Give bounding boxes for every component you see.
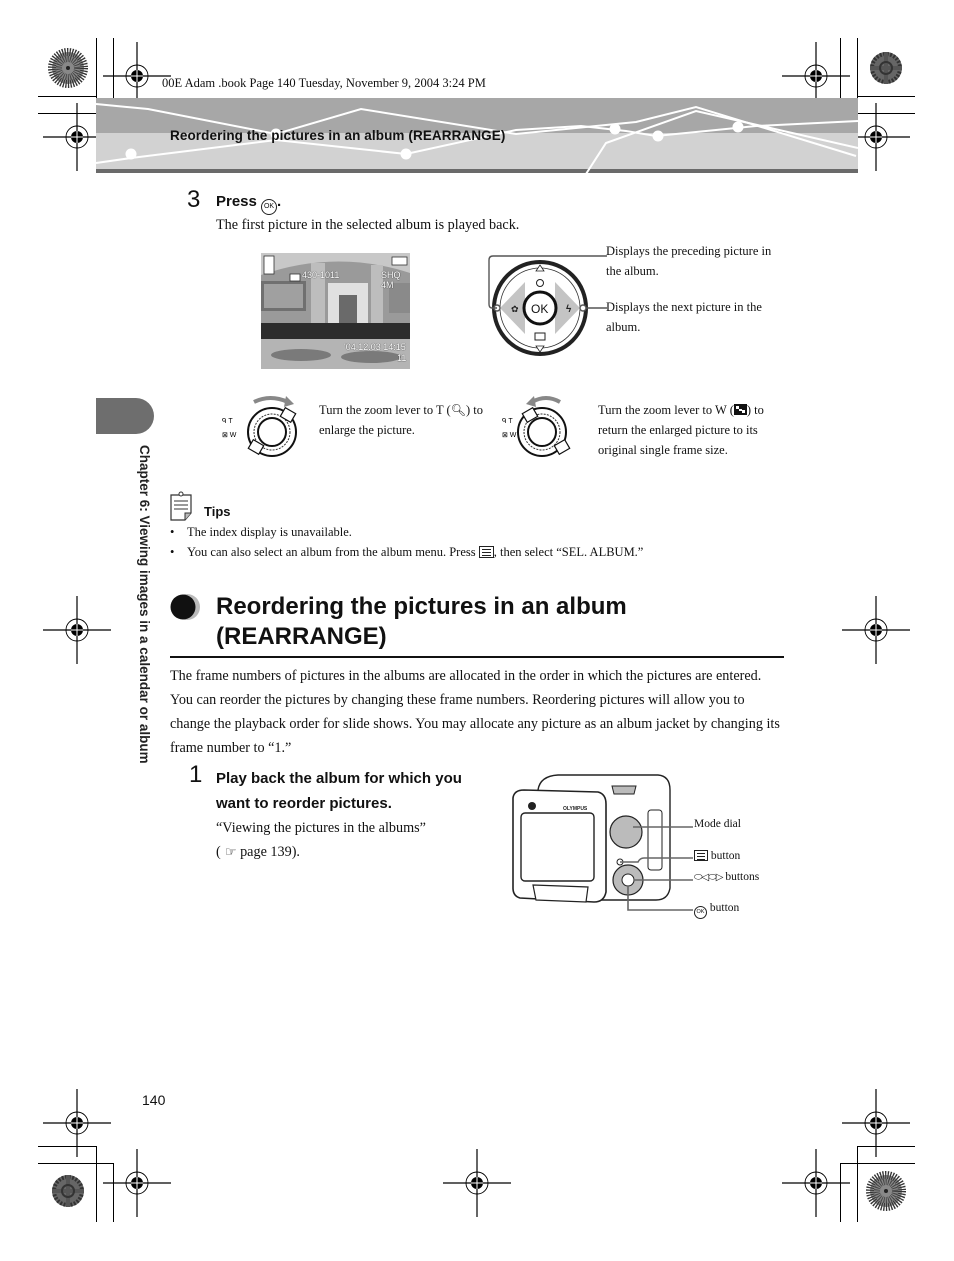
flash-icon: ϟ xyxy=(566,304,572,315)
step-1-number: 1 xyxy=(189,761,203,788)
macro-icon: ✿ xyxy=(511,304,519,314)
index-icon xyxy=(733,404,747,415)
step-1-heading: Play back the album for which you want t… xyxy=(216,770,462,812)
lcd-quality: SHQ 4M xyxy=(381,270,401,290)
print-slug: 00E Adam .book Page 140 Tuesday, Novembe… xyxy=(162,76,486,90)
tips-item: • The index display is unavailable. xyxy=(170,525,352,539)
band-dot xyxy=(652,130,664,142)
step-1-reference: “Viewing the pictures in the albums” ( ☞… xyxy=(216,820,426,860)
rotate-left-arrow xyxy=(531,396,561,404)
memo-pad-icon xyxy=(170,491,192,521)
lcd-album-counter: 430-1011 xyxy=(302,270,340,280)
color-bar-mark xyxy=(50,1173,86,1209)
lcd-frame-number: 11 xyxy=(397,353,407,363)
zoom-t-instruction: Turn the zoom lever to T (🔍︎) to enlarge… xyxy=(319,403,483,437)
band-dot xyxy=(125,148,137,160)
color-bar-mark xyxy=(868,50,904,86)
section-bullet-icon xyxy=(170,594,200,620)
color-bar-mark xyxy=(870,1175,902,1207)
ok-button-icon: OK xyxy=(694,906,707,919)
rotate-right-arrow xyxy=(253,396,289,404)
svg-text:OLYMPUS: OLYMPUS xyxy=(563,806,588,812)
tips-heading: Tips xyxy=(204,504,231,519)
camera-illustration: OLYMPUS xyxy=(512,774,693,911)
menu-button-icon xyxy=(478,546,494,558)
magnify-icon: 🔍︎ xyxy=(450,403,466,417)
section-intro: The frame numbers of pictures in the alb… xyxy=(170,668,780,756)
tips-item: • You can also select an album from the a… xyxy=(170,545,644,559)
color-bar-mark xyxy=(52,52,84,84)
svg-text:ᑫ T: ᑫ T xyxy=(222,418,233,425)
band-dot xyxy=(609,123,621,135)
tips-list: • The index display is unavailable. • You … xyxy=(170,522,643,562)
step-3-number: 3 xyxy=(187,186,201,213)
callout-mode-dial: Mode dial xyxy=(694,818,741,830)
band-dot xyxy=(732,121,744,133)
mode-dial xyxy=(609,815,643,849)
step-3-description: The first picture in the selected album … xyxy=(216,217,520,233)
menu-button-icon xyxy=(694,850,708,861)
ok-button xyxy=(621,873,635,887)
lcd-playback-preview: 430-1011 SHQ 4M '04.12.03 14:15 11 xyxy=(261,253,410,369)
dpad-ok-label: OK xyxy=(531,302,549,316)
arrow-buttons-icon: ⬭◁⬭▷ xyxy=(694,872,723,883)
callout-arrow-buttons: ⬭◁⬭▷ buttons xyxy=(694,871,760,883)
callout-preceding-picture: Displays the preceding picture in the al… xyxy=(606,244,772,278)
chapter-tab xyxy=(96,398,154,434)
callout-ok-button: OK button xyxy=(694,902,739,919)
section-title: Reordering the pictures in an album (REA… xyxy=(216,593,627,650)
zoom-lever-w-diagram: ᑫ T ⊠ W xyxy=(502,396,571,457)
page-number: 140 xyxy=(142,1092,166,1108)
lcd-screen xyxy=(520,812,595,882)
page-reference-hand-icon: ☞ xyxy=(220,845,237,860)
band-dot xyxy=(400,148,412,160)
step-3-heading: Press OK. xyxy=(216,193,281,215)
lcd-timestamp: '04.12.03 14:15 xyxy=(344,342,406,352)
zoom-w-instruction: Turn the zoom lever to W () to return th… xyxy=(598,403,764,457)
svg-text:⊠ W: ⊠ W xyxy=(222,432,237,439)
callout-menu-button: button xyxy=(694,850,740,862)
chapter-label: Chapter 6: Viewing images in a calendar … xyxy=(130,445,152,825)
svg-text:ᑫ T: ᑫ T xyxy=(502,418,513,425)
zoom-lever-t-diagram: ᑫ T ⊠ W xyxy=(222,396,297,457)
running-header-title: Reordering the pictures in an album (REA… xyxy=(170,128,506,143)
svg-text:⊠ W: ⊠ W xyxy=(502,432,517,439)
callout-next-picture: Displays the next picture in the album. xyxy=(606,300,762,334)
chapter-label-text: Chapter 6: Viewing images in a calendar … xyxy=(137,445,152,764)
section-rule xyxy=(170,656,784,658)
